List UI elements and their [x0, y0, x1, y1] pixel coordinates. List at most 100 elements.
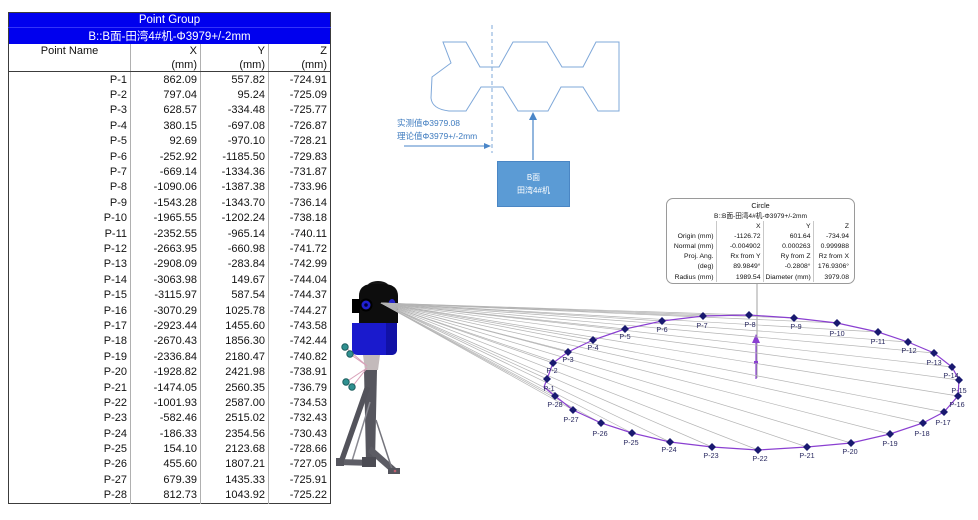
point-name-cell: P-27 [9, 472, 131, 487]
coord-cell: -725.22 [269, 488, 331, 504]
table-row[interactable]: P-27679.391435.33-725.91 [9, 472, 331, 487]
table-row[interactable]: P-23-582.462515.02-732.43 [9, 411, 331, 426]
point-marker-p-11[interactable] [874, 328, 882, 336]
point-name-cell: P-20 [9, 364, 131, 379]
table-row[interactable]: P-6-252.92-1185.50-729.83 [9, 149, 331, 164]
table-row[interactable]: P-24-186.332354.56-730.43 [9, 426, 331, 441]
point-marker-p-20[interactable] [847, 439, 855, 447]
point-marker-p-19[interactable] [886, 430, 894, 438]
table-row[interactable]: P-13-2908.09-283.84-742.99 [9, 257, 331, 272]
point-marker-p-25[interactable] [628, 429, 636, 437]
laser-tracker[interactable] [336, 281, 400, 474]
table-row[interactable]: P-18-2670.431856.30-742.44 [9, 334, 331, 349]
tracker-body-shade [386, 323, 397, 355]
circle-table-cell: -734.94 [813, 231, 851, 241]
coord-cell: 2587.00 [201, 395, 269, 410]
coord-cell: -738.18 [269, 211, 331, 226]
point-marker-p-22[interactable] [754, 446, 762, 454]
point-label: P-19 [882, 439, 897, 448]
coord-cell: -2908.09 [131, 257, 201, 272]
circle-table-cell: 1989.54 [716, 272, 763, 282]
point-marker-p-26[interactable] [597, 419, 605, 427]
table-row[interactable]: P-26455.601807.21-727.05 [9, 457, 331, 472]
coord-cell: -740.82 [269, 349, 331, 364]
table-row[interactable]: P-8-1090.06-1387.38-733.96 [9, 180, 331, 195]
column-header-row: Point Name X Y Z [9, 44, 331, 58]
coord-cell: -2923.44 [131, 318, 201, 333]
coord-cell: -725.77 [269, 103, 331, 118]
point-name-cell: P-26 [9, 457, 131, 472]
tripod-foot-left [336, 458, 344, 466]
table-row[interactable]: P-20-1928.822421.98-738.91 [9, 364, 331, 379]
table-title-row: Point Group [9, 13, 331, 28]
circle-table-cell: 601.64 [763, 231, 813, 241]
point-marker-p-12[interactable] [904, 338, 912, 346]
circle-table-cell: Y [763, 221, 813, 231]
point-label: P-20 [842, 447, 857, 456]
point-name-cell: P-6 [9, 149, 131, 164]
measured-value-label: 实测值Φ3979.08 [397, 117, 460, 129]
point-name-cell: P-3 [9, 103, 131, 118]
point-label: P-17 [935, 418, 950, 427]
table-row[interactable]: P-4380.15-697.08-726.87 [9, 118, 331, 133]
table-row[interactable]: P-3628.57-334.48-725.77 [9, 103, 331, 118]
circle-table-body: XYZOrigin (mm)-1126.72601.64-734.94Norma… [670, 221, 851, 282]
coord-cell: 679.39 [131, 472, 201, 487]
point-marker-p-23[interactable] [708, 443, 716, 451]
table-row[interactable]: P-19-2336.842180.47-740.82 [9, 349, 331, 364]
point-name-cell: P-14 [9, 272, 131, 287]
coord-cell: -2663.95 [131, 241, 201, 256]
coord-cell: -1474.05 [131, 380, 201, 395]
measurement-ray [381, 303, 573, 410]
table-row[interactable]: P-28812.731043.92-725.22 [9, 488, 331, 504]
point-label: P-18 [914, 429, 929, 438]
point-marker-p-10[interactable] [833, 319, 841, 327]
table-row[interactable]: P-10-1965.55-1202.24-738.18 [9, 211, 331, 226]
tracker-neck [363, 355, 380, 370]
table-row[interactable]: P-17-2923.441455.60-743.58 [9, 318, 331, 333]
table-row[interactable]: P-12-2663.95-660.98-741.72 [9, 241, 331, 256]
circle-table-cell: -1126.72 [716, 231, 763, 241]
coord-cell: -3115.97 [131, 287, 201, 302]
circle-table-grid: XYZOrigin (mm)-1126.72601.64-734.94Norma… [670, 221, 851, 282]
part-label-box[interactable]: B面 田湾4#机 [497, 161, 570, 207]
coord-cell: -742.44 [269, 334, 331, 349]
table-row[interactable]: P-7-669.14-1334.36-731.87 [9, 164, 331, 179]
circle-table-cell: Diameter (mm) [763, 272, 813, 282]
table-row[interactable]: P-592.69-970.10-728.21 [9, 134, 331, 149]
circle-table-cell: 0.999988 [813, 241, 851, 251]
coord-cell: 1807.21 [201, 457, 269, 472]
col-header-x: X [131, 44, 201, 58]
circle-result-table[interactable]: Circle B::B面-田湾4#机-Φ3979+/-2mm XYZOrigin… [666, 198, 855, 284]
table-row[interactable]: P-11-2352.55-965.14-740.11 [9, 226, 331, 241]
coord-cell: -744.04 [269, 272, 331, 287]
coord-cell: -725.91 [269, 472, 331, 487]
coord-cell: 862.09 [131, 72, 201, 88]
coord-cell: -1334.36 [201, 164, 269, 179]
table-row[interactable]: P-14-3063.98149.67-744.04 [9, 272, 331, 287]
table-row[interactable]: P-16-3070.291025.78-744.27 [9, 303, 331, 318]
table-row[interactable]: P-21-1474.052560.35-736.79 [9, 380, 331, 395]
diameter-arrow-head [484, 143, 491, 149]
target-link [346, 368, 367, 382]
table-row[interactable]: P-2797.0495.24-725.09 [9, 87, 331, 102]
table-row[interactable]: P-15-3115.97587.54-744.37 [9, 287, 331, 302]
coord-cell: 587.54 [201, 287, 269, 302]
coord-cell: -728.66 [269, 441, 331, 456]
table-row[interactable]: P-9-1543.28-1343.70-736.14 [9, 195, 331, 210]
point-marker-p-21[interactable] [803, 443, 811, 451]
coord-cell: -1001.93 [131, 395, 201, 410]
point-label: P-11 [871, 337, 886, 346]
point-name-cell: P-1 [9, 72, 131, 88]
section-outline [431, 42, 619, 111]
point-marker-p-8[interactable] [745, 311, 753, 319]
unit-row: (mm) (mm) (mm) [9, 58, 331, 72]
table-row[interactable]: P-1862.09557.82-724.91 [9, 72, 331, 88]
coord-cell: 1455.60 [201, 318, 269, 333]
table-row[interactable]: P-25154.102123.68-728.66 [9, 441, 331, 456]
coord-cell: -252.92 [131, 149, 201, 164]
table-row[interactable]: P-22-1001.932587.00-734.53 [9, 395, 331, 410]
point-marker-p-18[interactable] [919, 419, 927, 427]
point-name-cell: P-4 [9, 118, 131, 133]
coord-cell: 380.15 [131, 118, 201, 133]
